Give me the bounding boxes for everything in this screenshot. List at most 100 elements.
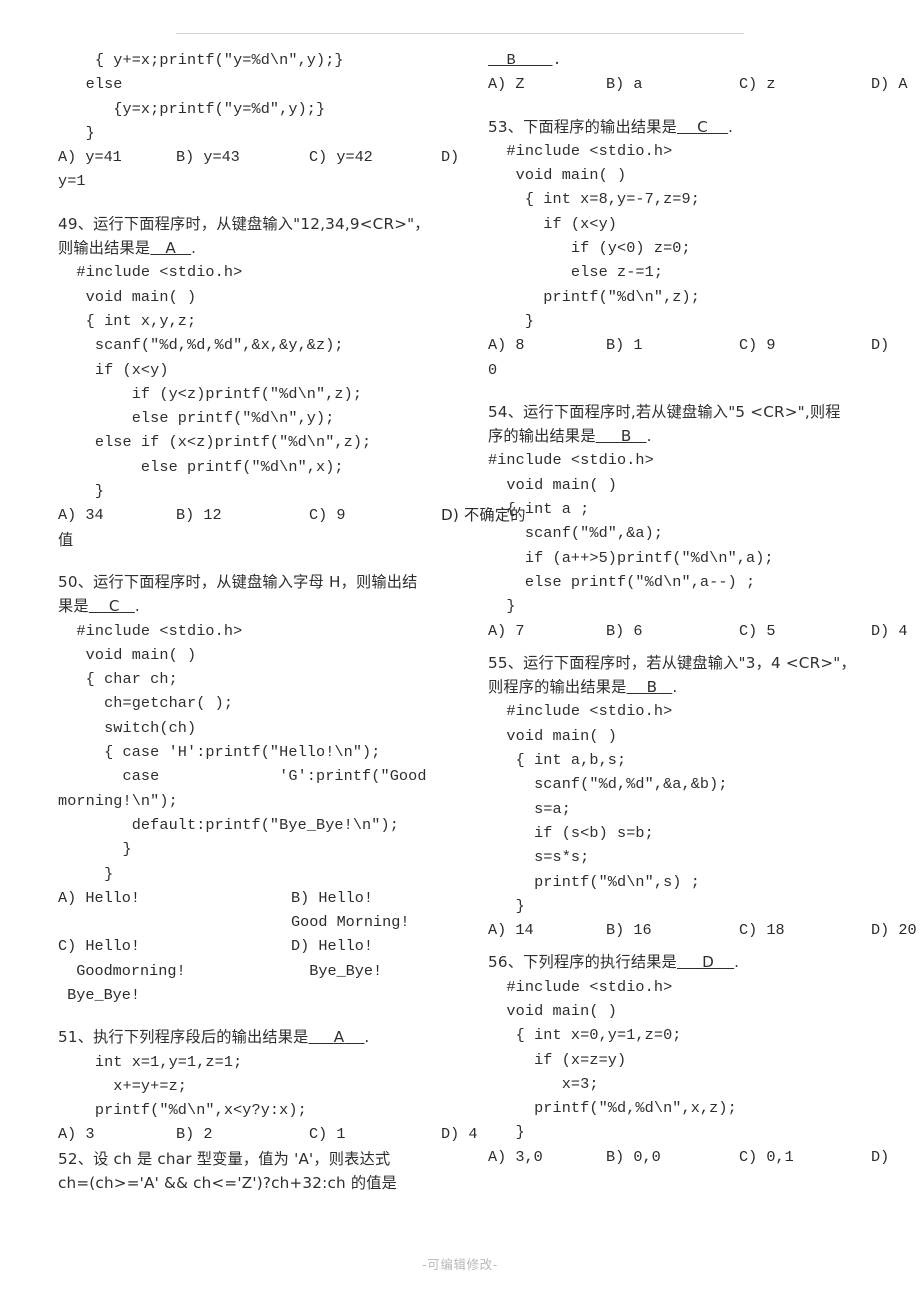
code-line: void main( ) <box>488 1001 617 1020</box>
option-d: D) <box>871 1147 890 1166</box>
code-line: } <box>488 311 535 330</box>
option-b: B) Hello! <box>291 888 374 907</box>
option-a: A) 3 <box>58 1125 95 1144</box>
question-49-code: #include <stdio.h> void main( ) { int x,… <box>58 260 468 503</box>
question-50-text-cont: 果是 <box>58 597 89 616</box>
option-c-cont2: Bye_Bye! <box>58 985 141 1004</box>
option-c: C) 5 <box>739 621 776 640</box>
right-column: B . A) Z B) a C) z D) A 53、下面程序的输出结果是 C … <box>488 48 917 1169</box>
question-48-code: { y+=x;printf("y=%d\n",y);} else {y=x;pr… <box>58 48 468 145</box>
question-56-options: A) 3,0 B) 0,0 C) 0,1 D) <box>488 1145 898 1169</box>
code-line: void main( ) <box>58 287 197 306</box>
code-line: { int a,b,s; <box>488 751 627 770</box>
option-c: C) 1 <box>309 1125 346 1144</box>
question-54-prompt-line2: 序的输出结果是 B . <box>488 424 898 448</box>
code-line: } <box>58 840 132 859</box>
code-line: if (x<y) <box>58 360 169 379</box>
document-page: { y+=x;printf("y=%d\n",y);} else {y=x;pr… <box>0 0 920 1302</box>
code-line: #include <stdio.h> <box>488 977 673 996</box>
question-49-prompt-line2: 则输出结果是 A . <box>58 236 468 260</box>
option-row: Bye_Bye! <box>58 983 468 1007</box>
option-row: C) Hello! D) Hello! <box>58 934 468 958</box>
question-51-options: A) 3 B) 2 C) 1 D) 4 <box>58 1122 477 1146</box>
question-49-text: 运行下面程序时，从键盘输入"12,34,9<CR>"， <box>93 214 430 233</box>
header-rule <box>176 33 744 34</box>
code-line: if (a++>5)printf("%d\n",a); <box>488 548 774 567</box>
option-a: A) Hello! <box>58 888 141 907</box>
code-line: {y=x;printf("y=%d",y);} <box>58 99 326 118</box>
question-50-period: . <box>134 597 140 616</box>
code-line: void main( ) <box>488 166 627 185</box>
option-b: B) 1 <box>606 336 643 355</box>
left-column: { y+=x;printf("y=%d\n",y);} else {y=x;pr… <box>58 48 525 1195</box>
question-50-code: #include <stdio.h> void main( ) { char c… <box>58 619 468 886</box>
option-b: B) 16 <box>606 921 652 940</box>
question-56-answer: D <box>702 953 715 972</box>
code-line: { int x=8,y=-7,z=9; <box>488 190 700 209</box>
code-line: #include <stdio.h> <box>488 141 673 160</box>
question-53-options-wrap: 0 <box>488 360 498 379</box>
question-52-period: . <box>552 51 562 69</box>
option-c: C) Hello! <box>58 937 141 956</box>
question-49-period: . <box>191 239 197 258</box>
question-53-period: . <box>728 117 734 136</box>
code-line: { int x=0,y=1,z=0; <box>488 1026 682 1045</box>
question-52-number: 52、 <box>58 1149 94 1168</box>
code-line: } <box>488 896 525 915</box>
option-d-cont: Bye_Bye! <box>291 961 383 980</box>
code-line: if (s<b) s=b; <box>488 823 654 842</box>
question-52-text: 设 ch 是 char 型变量，值为 'A'，则表达式 <box>93 1149 391 1168</box>
option-a: A) 8 <box>488 336 525 355</box>
code-line: else z-=1; <box>488 263 664 282</box>
question-51-code: int x=1,y=1,z=1; x+=y+=z; printf("%d\n",… <box>58 1050 468 1123</box>
question-55-options: A) 14 B) 16 C) 18 D) 20 <box>488 918 917 942</box>
option-row: Good Morning! <box>58 910 468 934</box>
question-49-prompt-line1: 49、运行下面程序时，从键盘输入"12,34,9<CR>"， <box>58 212 468 236</box>
code-line: { case 'H':printf("Hello!\n"); <box>58 743 381 762</box>
code-line: void main( ) <box>488 726 617 745</box>
code-line: x=3; <box>488 1074 599 1093</box>
option-d: D) <box>441 148 460 167</box>
question-52-options: A) Z B) a C) z D) A <box>488 72 907 96</box>
question-55-prompt-line2: 则程序的输出结果是 B . <box>488 675 898 699</box>
question-48-options: A) y=41 B) y=43 C) y=42 D) <box>58 145 468 169</box>
code-line: scanf("%d",&a); <box>488 524 664 543</box>
option-a: A) 3,0 <box>488 1147 543 1166</box>
code-line: ch=getchar( ); <box>58 694 234 713</box>
code-line: switch(ch) <box>58 718 197 737</box>
question-49-answer: A <box>165 239 177 258</box>
code-line: { char ch; <box>58 670 178 689</box>
code-line: #include <stdio.h> <box>58 263 243 282</box>
question-49-options-wrap: 值 <box>58 530 74 549</box>
option-b: B) 2 <box>176 1125 213 1144</box>
question-51-prompt: 51、执行下列程序段后的输出结果是 A . <box>58 1025 468 1049</box>
option-c: C) y=42 <box>309 148 373 167</box>
question-52-answer-line: B . <box>488 48 898 72</box>
code-line: else printf("%d\n",y); <box>58 409 335 428</box>
question-50-prompt-line2: 果是 C . <box>58 594 468 618</box>
option-c: C) 18 <box>739 921 785 940</box>
code-line: #include <stdio.h> <box>488 702 673 721</box>
code-line: scanf("%d,%d,%d",&x,&y,&z); <box>58 336 344 355</box>
option-c: C) z <box>739 75 776 94</box>
question-54-prompt-line1: 54、运行下面程序时,若从键盘输入"5 <CR>",则程 <box>488 400 898 424</box>
question-55-period: . <box>672 678 678 697</box>
question-50-answer: C <box>108 597 120 616</box>
option-d-cont2 <box>291 983 468 1007</box>
question-50-options: A) Hello! B) Hello! Good Morning! C) Hel… <box>58 886 468 1007</box>
question-49-number: 49、 <box>58 214 94 233</box>
question-51-answer: A <box>333 1028 345 1047</box>
question-56-period: . <box>734 953 740 972</box>
question-53-code: #include <stdio.h> void main( ) { int x=… <box>488 139 898 333</box>
question-49-options: A) 34 B) 12 C) 9 D) 不确定的 <box>58 503 525 527</box>
question-54-text-cont: 序的输出结果是 <box>488 427 596 446</box>
option-d: D) 4 <box>441 1125 478 1144</box>
code-line: default:printf("Bye_Bye!\n"); <box>58 815 399 834</box>
